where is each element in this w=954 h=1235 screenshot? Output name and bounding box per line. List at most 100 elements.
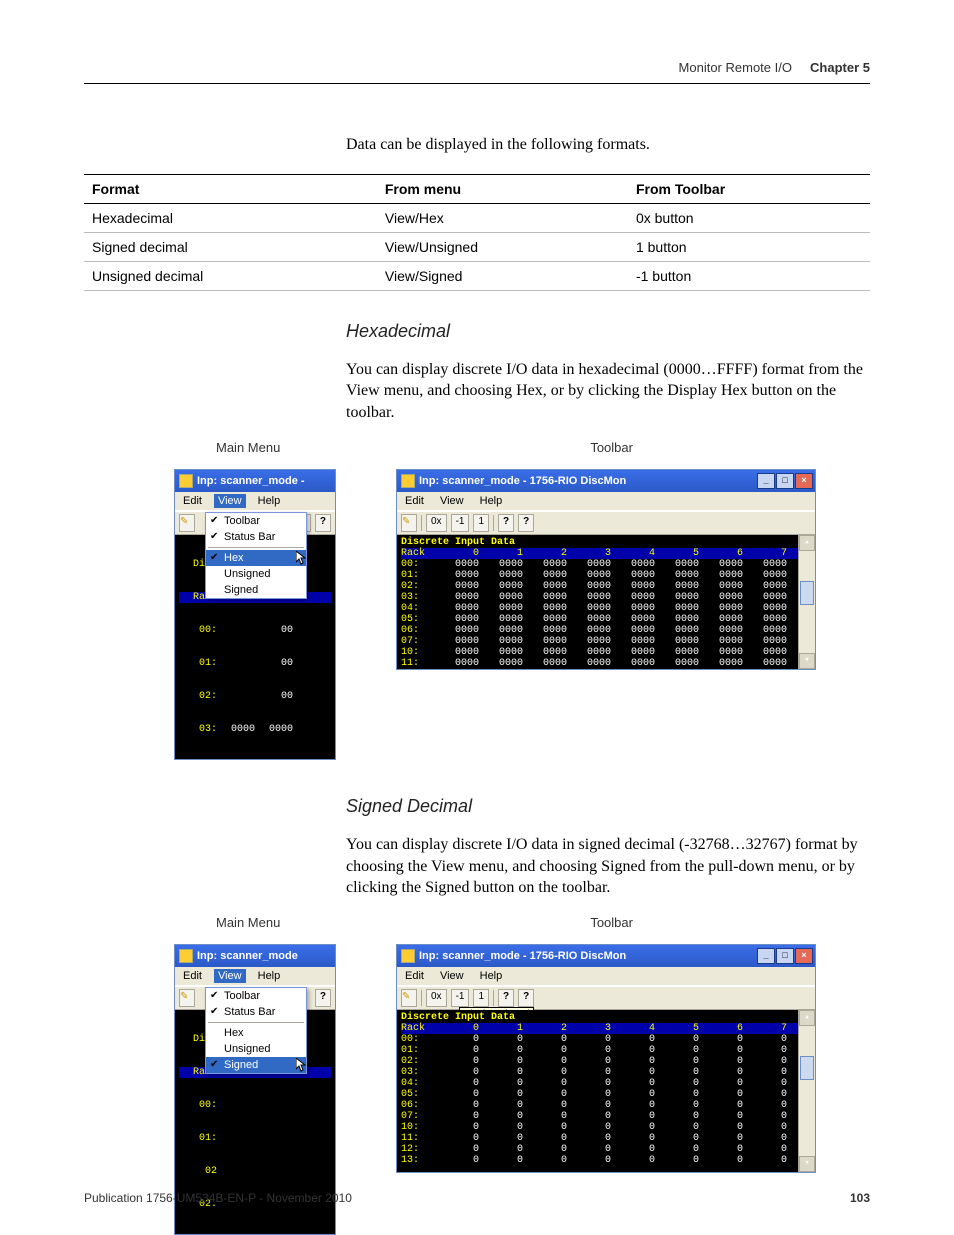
page-number: 103 <box>850 1191 870 1205</box>
grid-row: 11:00000000 <box>401 1133 813 1144</box>
scrollbar[interactable]: ▴ ▾ <box>798 535 815 669</box>
caption-toolbar: Toolbar <box>590 440 633 455</box>
caption-row-hex: Main Menu Toolbar <box>84 440 870 455</box>
th-from-menu: From menu <box>377 174 628 203</box>
minimize-button[interactable]: _ <box>757 473 775 489</box>
dropdown-item-signed[interactable]: Signed <box>206 1057 306 1073</box>
running-header: Monitor Remote I/O Chapter 5 <box>84 60 870 75</box>
neg1-button[interactable]: -1 <box>451 989 470 1007</box>
menu-view[interactable]: View <box>214 969 246 983</box>
context-help-icon[interactable]: ? <box>315 514 331 532</box>
doc-section: Monitor Remote I/O <box>679 60 792 75</box>
whats-this-icon[interactable]: ? <box>498 514 514 532</box>
section-para-hex: You can display discrete I/O data in hex… <box>346 359 870 424</box>
titlebar: Inp: scanner_mode - <box>175 470 335 492</box>
menu-edit[interactable]: Edit <box>179 969 206 983</box>
menu-help[interactable]: Help <box>254 494 285 508</box>
one-button[interactable]: 1 <box>473 514 489 532</box>
section-title-signed: Signed Decimal <box>346 794 870 818</box>
table-row: Signed decimal View/Unsigned 1 button <box>84 232 870 261</box>
whats-this-icon[interactable]: ? <box>498 989 514 1007</box>
header-rule <box>84 83 870 84</box>
maximize-button[interactable]: □ <box>776 948 794 964</box>
cursor-icon <box>296 1058 308 1072</box>
pencil-icon[interactable] <box>179 514 195 532</box>
menubar: Edit View Help <box>175 967 335 986</box>
window-title: Inp: scanner_mode - 1756-RIO DiscMon <box>419 950 757 962</box>
menu-view[interactable]: View <box>436 969 468 983</box>
dropdown-item-statusbar[interactable]: Status Bar <box>206 1004 306 1020</box>
scroll-down-icon[interactable]: ▾ <box>799 1156 815 1172</box>
dropdown-item-hex[interactable]: Hex <box>206 1025 306 1041</box>
hex-button[interactable]: 0x <box>426 989 447 1007</box>
dropdown-item-signed[interactable]: Signed <box>206 582 306 598</box>
scroll-up-icon[interactable]: ▴ <box>799 535 815 551</box>
grid-row: 01:00000000 <box>401 1045 813 1056</box>
page-footer: Publication 1756-UM534B-EN-P - November … <box>84 1191 870 1205</box>
titlebar: Inp: scanner_mode - 1756-RIO DiscMon _ □… <box>397 945 815 967</box>
pencil-icon[interactable] <box>401 514 417 532</box>
menu-help[interactable]: Help <box>476 494 507 508</box>
grid-row: 07:00000000 <box>401 1111 813 1122</box>
grid-row: 05:00000000 <box>401 1089 813 1100</box>
section-title-hex: Hexadecimal <box>346 319 870 343</box>
menu-help[interactable]: Help <box>476 969 507 983</box>
toolbar-separator <box>493 990 494 1006</box>
dropdown-item-toolbar[interactable]: Toolbar <box>206 513 306 529</box>
help-icon[interactable]: ? <box>518 989 534 1007</box>
close-button[interactable]: × <box>795 948 813 964</box>
grid-row: 00:00000000000000000000000000000000 <box>401 559 813 570</box>
one-button[interactable]: 1 <box>473 989 489 1007</box>
scroll-thumb[interactable] <box>800 1056 814 1080</box>
toolbar-separator <box>493 515 494 531</box>
window-icon <box>179 949 193 963</box>
menu-edit[interactable]: Edit <box>179 494 206 508</box>
grid-row: 06:00000000000000000000000000000000 <box>401 625 813 636</box>
dropdown-item-unsigned[interactable]: Unsigned <box>206 566 306 582</box>
dropdown-item-toolbar[interactable]: Toolbar <box>206 988 306 1004</box>
window-title: Inp: scanner_mode - <box>197 475 333 487</box>
grid-header: Rack 0 1 2 3 4 5 6 7 <box>401 548 813 559</box>
menubar: Edit View Help <box>397 492 815 511</box>
scroll-thumb[interactable] <box>800 581 814 605</box>
window-title: Inp: scanner_mode - 1756-RIO DiscMon <box>419 475 757 487</box>
grid-row: 01:00000000000000000000000000000000 <box>401 570 813 581</box>
publication-id: Publication 1756-UM534B-EN-P - November … <box>84 1191 352 1205</box>
hex-button[interactable]: 0x <box>426 514 447 532</box>
grid-row: 04:00000000 <box>401 1078 813 1089</box>
caption-row-signed: Main Menu Toolbar <box>84 915 870 930</box>
pencil-icon[interactable] <box>179 989 195 1007</box>
table-row: Hexadecimal View/Hex 0x button <box>84 203 870 232</box>
menu-view[interactable]: View <box>436 494 468 508</box>
dropdown-item-statusbar[interactable]: Status Bar <box>206 529 306 545</box>
scroll-up-icon[interactable]: ▴ <box>799 1010 815 1026</box>
minimize-button[interactable]: _ <box>757 948 775 964</box>
help-icon[interactable]: ? <box>315 989 331 1007</box>
menu-edit[interactable]: Edit <box>401 969 428 983</box>
menubar: Edit View Help <box>175 492 335 511</box>
grid-row: 10:00000000000000000000000000000000 <box>401 647 813 658</box>
neg1-button[interactable]: -1 <box>451 514 470 532</box>
toolbar-wide: 0x -1 1 ? ? Display Signed <box>397 986 815 1010</box>
menu-edit[interactable]: Edit <box>401 494 428 508</box>
pencil-icon[interactable] <box>401 989 417 1007</box>
maximize-button[interactable]: □ <box>776 473 794 489</box>
caption-toolbar: Toolbar <box>590 915 633 930</box>
close-button[interactable]: × <box>795 473 813 489</box>
scrollbar[interactable]: ▴ ▾ <box>798 1010 815 1172</box>
chapter-label: Chapter 5 <box>810 60 870 75</box>
scroll-down-icon[interactable]: ▾ <box>799 653 815 669</box>
titlebar: Inp: scanner_mode <box>175 945 335 967</box>
dropdown-item-hex[interactable]: Hex <box>206 550 306 566</box>
caption-main-menu: Main Menu <box>216 915 280 930</box>
menu-view[interactable]: View <box>214 494 246 508</box>
window-icon <box>179 474 193 488</box>
menu-help[interactable]: Help <box>254 969 285 983</box>
grid-row: 00:00000000 <box>401 1034 813 1045</box>
table-row: Unsigned decimal View/Signed -1 button <box>84 261 870 290</box>
grid-row: 04:00000000000000000000000000000000 <box>401 603 813 614</box>
help-icon[interactable]: ? <box>518 514 534 532</box>
grid-row: 13:00000000 <box>401 1155 813 1166</box>
dropdown-item-unsigned[interactable]: Unsigned <box>206 1041 306 1057</box>
intro-paragraph: Data can be displayed in the following f… <box>346 134 870 156</box>
